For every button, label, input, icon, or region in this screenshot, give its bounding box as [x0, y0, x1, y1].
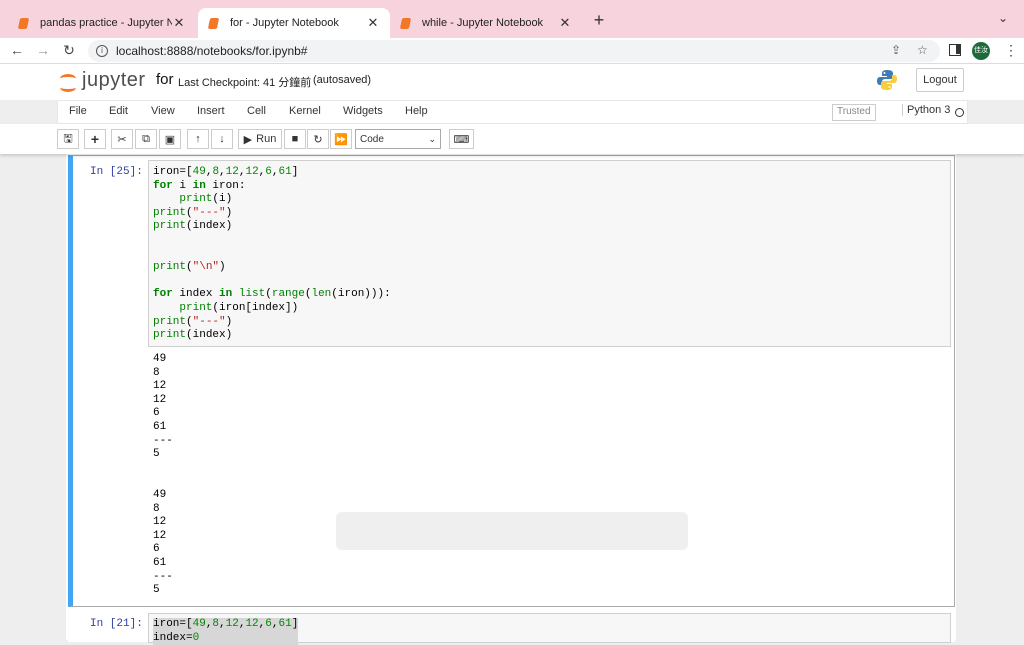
copy-icon: ⧉ — [142, 132, 150, 145]
share-icon[interactable]: ⇪ — [891, 43, 901, 57]
cell-code[interactable]: iron=[49,8,12,12,6,61] for i in iron: pr… — [153, 166, 391, 343]
jupyter-logo[interactable]: jupyter — [58, 69, 146, 92]
chevron-down-icon: ⌄ — [428, 134, 436, 144]
interrupt-button[interactable]: ■ — [284, 129, 306, 149]
play-icon: ▶ — [243, 133, 253, 146]
browser-tab-while[interactable]: while - Jupyter Notebook ✕ — [390, 8, 582, 38]
stop-icon: ■ — [291, 133, 299, 145]
address-bar-row: ← → ↻ i localhost:8888/notebooks/for.ipy… — [0, 38, 1024, 64]
insert-cell-button[interactable]: + — [84, 129, 106, 149]
restart-button[interactable]: ↻ — [307, 129, 329, 149]
cell-type-select[interactable]: Code ⌄ — [355, 129, 441, 149]
move-down-button[interactable]: ↓ — [211, 129, 233, 149]
command-palette-button[interactable]: ⌨ — [449, 129, 474, 149]
browser-tab-pandas[interactable]: pandas practice - Jupyter Note ✕ — [8, 8, 196, 38]
move-up-button[interactable]: ↑ — [187, 129, 209, 149]
cut-button[interactable]: ✂ — [111, 129, 133, 149]
close-tab-icon[interactable]: ✕ — [172, 15, 186, 31]
menu-insert[interactable]: Insert — [197, 105, 225, 117]
cell-output: 49 8 12 12 6 61 --- 5 49 8 12 12 6 61 --… — [153, 353, 173, 597]
tab-title: pandas practice - Jupyter Note — [40, 17, 172, 29]
browser-tab-bar: pandas practice - Jupyter Note ✕ for - J… — [0, 0, 1024, 38]
notebook-menu-bar: File Edit View Insert Cell Kernel Widget… — [57, 100, 968, 124]
save-icon: 🖫 — [63, 132, 73, 145]
tab-title: while - Jupyter Notebook — [422, 17, 544, 29]
reload-icon[interactable]: ↻ — [61, 42, 77, 59]
menu-cell[interactable]: Cell — [247, 105, 266, 117]
bookmark-star-icon[interactable]: ☆ — [917, 43, 928, 57]
autosave-status: (autosaved) — [313, 74, 372, 86]
screen-recorder-overlay — [336, 512, 688, 550]
paste-icon: ▣ — [164, 133, 176, 146]
forward-arrow-icon[interactable]: → — [35, 42, 51, 58]
jupyter-logo-icon — [58, 71, 78, 92]
close-tab-icon[interactable]: ✕ — [558, 15, 572, 31]
arrow-up-icon: ↑ — [195, 133, 201, 145]
cell-prompt: In [21]: — [90, 618, 143, 630]
browser-menu-icon[interactable]: ⋮ — [1004, 42, 1018, 59]
jupyter-wordmark: jupyter — [82, 69, 146, 91]
cell-code[interactable]: iron=[49,8,12,12,6,61] index=0 — [153, 618, 299, 645]
run-label: Run — [256, 133, 277, 145]
menu-help[interactable]: Help — [405, 105, 428, 117]
trusted-badge[interactable]: Trusted — [832, 104, 876, 121]
jupyter-favicon-icon — [400, 17, 412, 29]
save-button[interactable]: 🖫 — [57, 129, 79, 149]
notebook-toolbar: 🖫 + ✂ ⧉ ▣ ↑ ↓ ▶ Run ■ ↻ ⏩ Code ⌄ ⌨ — [0, 124, 1024, 154]
logout-button[interactable]: Logout — [916, 68, 964, 92]
run-button[interactable]: ▶ Run — [238, 129, 282, 149]
url-text: localhost:8888/notebooks/for.ipynb# — [116, 44, 308, 58]
scissors-icon: ✂ — [117, 133, 127, 146]
jupyter-header: jupyter for Last Checkpoint: 41 分鐘前 (aut… — [0, 64, 1024, 100]
python-logo-icon — [877, 70, 897, 90]
cell-prompt: In [25]: — [90, 166, 143, 178]
last-checkpoint: Last Checkpoint: 41 分鐘前 — [178, 77, 312, 89]
paste-button[interactable]: ▣ — [159, 129, 181, 149]
cell-type-value: Code — [360, 133, 384, 145]
menu-edit[interactable]: Edit — [109, 105, 128, 117]
tab-title: for - Jupyter Notebook — [230, 17, 339, 29]
close-tab-icon[interactable]: ✕ — [366, 15, 380, 31]
arrow-down-icon: ↓ — [219, 133, 225, 145]
menu-widgets[interactable]: Widgets — [343, 105, 383, 117]
notebook-name[interactable]: for — [156, 71, 174, 88]
back-arrow-icon[interactable]: ← — [9, 42, 25, 58]
fast-forward-icon: ⏩ — [334, 133, 348, 146]
side-panel-icon[interactable] — [949, 44, 961, 56]
kernel-name[interactable]: Python 3 — [902, 104, 950, 116]
keyboard-icon: ⌨ — [453, 133, 470, 146]
restart-run-all-button[interactable]: ⏩ — [330, 129, 352, 149]
kernel-idle-indicator-icon — [955, 108, 964, 117]
new-tab-icon[interactable]: + — [590, 10, 608, 31]
avatar[interactable]: 佳汝 — [972, 42, 990, 60]
site-info-icon[interactable]: i — [96, 45, 108, 57]
tab-search-chevron-icon[interactable]: ⌄ — [998, 11, 1008, 25]
jupyter-favicon-icon — [208, 17, 220, 29]
browser-tab-for[interactable]: for - Jupyter Notebook ✕ — [198, 8, 390, 38]
menu-kernel[interactable]: Kernel — [289, 105, 321, 117]
menu-file[interactable]: File — [69, 105, 87, 117]
jupyter-favicon-icon — [18, 17, 30, 29]
url-bar[interactable]: i localhost:8888/notebooks/for.ipynb# ⇪ … — [88, 40, 940, 62]
restart-icon: ↻ — [313, 133, 323, 146]
plus-icon: + — [90, 131, 100, 147]
menu-view[interactable]: View — [151, 105, 175, 117]
copy-button[interactable]: ⧉ — [135, 129, 157, 149]
